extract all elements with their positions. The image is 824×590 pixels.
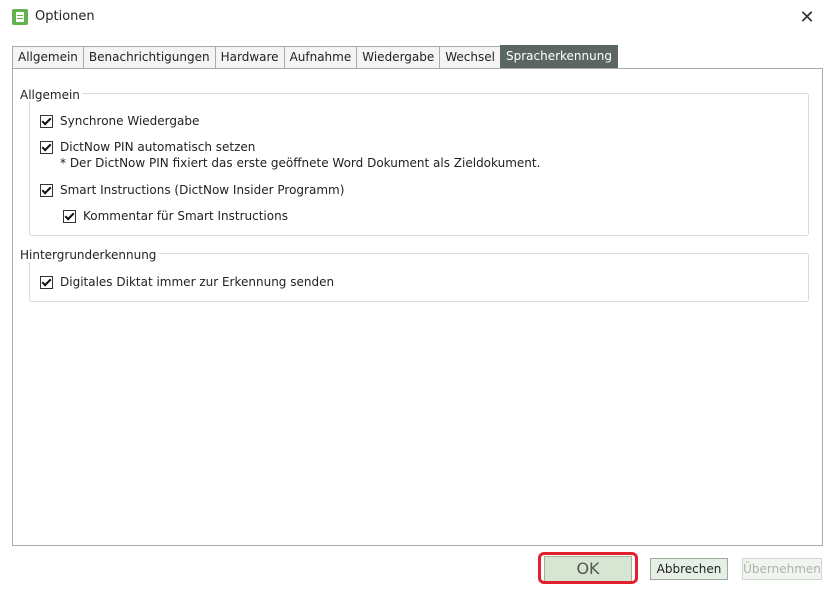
smart-comment-checkbox[interactable] bbox=[63, 209, 76, 223]
tab-strip: Allgemein Benachrichtigungen Hardware Au… bbox=[12, 45, 618, 68]
option-smart-comment[interactable]: Kommentar für Smart Instructions bbox=[63, 209, 288, 223]
tab-aufnahme[interactable]: Aufnahme bbox=[283, 46, 357, 68]
group-background-header: Hintergrunderkennung bbox=[18, 248, 159, 262]
tab-benachrichtigungen[interactable]: Benachrichtigungen bbox=[82, 46, 215, 68]
close-icon[interactable]: ✕ bbox=[790, 0, 824, 34]
title-bar: Optionen ✕ bbox=[0, 0, 824, 34]
group-general-header: Allgemein bbox=[18, 88, 82, 102]
option-sync-playback[interactable]: Synchrone Wiedergabe bbox=[40, 114, 199, 128]
option-smart-instructions[interactable]: Smart Instructions (DictNow Insider Prog… bbox=[40, 183, 344, 197]
window-title: Optionen bbox=[35, 9, 95, 24]
always-send-checkbox[interactable] bbox=[40, 275, 53, 289]
smart-comment-label[interactable]: Kommentar für Smart Instructions bbox=[83, 209, 288, 223]
tab-allgemein[interactable]: Allgemein bbox=[12, 46, 83, 68]
smart-instructions-checkbox[interactable] bbox=[40, 183, 53, 197]
group-general: Allgemein Synchrone Wiedergabe DictNow P… bbox=[18, 88, 809, 236]
tab-hardware[interactable]: Hardware bbox=[214, 46, 284, 68]
sync-playback-label[interactable]: Synchrone Wiedergabe bbox=[60, 114, 199, 128]
apply-button[interactable]: Übernehmen bbox=[742, 558, 822, 580]
always-send-label[interactable]: Digitales Diktat immer zur Erkennung sen… bbox=[60, 275, 334, 289]
tab-wechsel[interactable]: Wechsel bbox=[439, 46, 500, 68]
dictnow-pin-label[interactable]: DictNow PIN automatisch setzen bbox=[60, 140, 255, 154]
tab-wiedergabe[interactable]: Wiedergabe bbox=[356, 46, 440, 68]
option-dictnow-pin[interactable]: DictNow PIN automatisch setzen bbox=[40, 140, 255, 154]
app-document-icon bbox=[12, 9, 28, 25]
dictnow-pin-note: * Der DictNow PIN fixiert das erste geöf… bbox=[60, 156, 541, 170]
tab-spracherkennung[interactable]: Spracherkennung bbox=[499, 45, 618, 68]
ok-button-highlight bbox=[538, 552, 638, 584]
sync-playback-checkbox[interactable] bbox=[40, 114, 53, 128]
option-always-send[interactable]: Digitales Diktat immer zur Erkennung sen… bbox=[40, 275, 334, 289]
smart-instructions-label[interactable]: Smart Instructions (DictNow Insider Prog… bbox=[60, 183, 344, 197]
cancel-button[interactable]: Abbrechen bbox=[650, 558, 728, 580]
group-background: Hintergrunderkennung Digitales Diktat im… bbox=[18, 248, 809, 302]
tab-content-pane: Allgemein Synchrone Wiedergabe DictNow P… bbox=[12, 68, 823, 546]
dictnow-pin-checkbox[interactable] bbox=[40, 140, 53, 154]
